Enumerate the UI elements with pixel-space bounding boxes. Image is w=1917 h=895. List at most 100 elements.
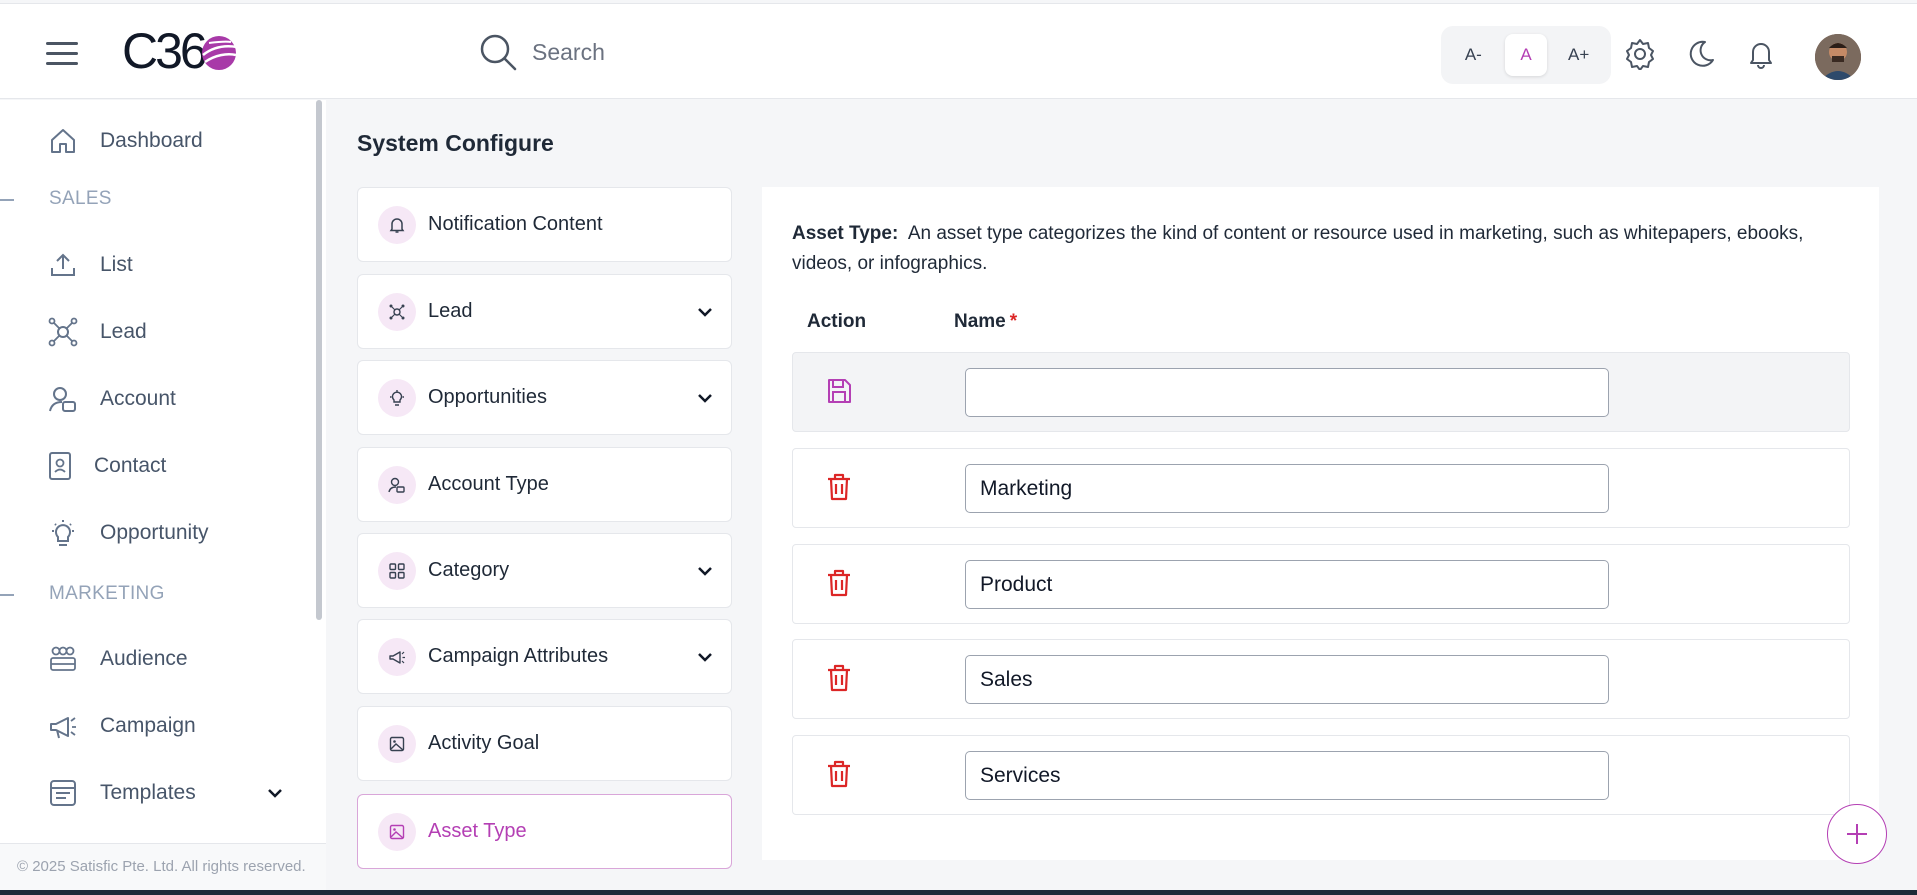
config-item-activity-goal[interactable]: Activity Goal (357, 706, 732, 781)
logo-text: C36 (122, 23, 208, 79)
megaphone-icon (378, 637, 416, 676)
sidebar-item-contact[interactable]: Contact (48, 451, 166, 481)
config-item-lead[interactable]: Lead (357, 274, 732, 349)
table-row (792, 735, 1850, 815)
asset-name-field[interactable] (965, 751, 1609, 800)
network-icon (378, 292, 416, 331)
megaphone-icon (50, 717, 76, 739)
chevron-down-icon[interactable] (695, 561, 715, 581)
asset-name-input[interactable] (965, 368, 1609, 417)
description-text: An asset type categorizes the kind of co… (792, 223, 1804, 274)
dark-mode-moon-icon[interactable] (1685, 38, 1717, 70)
search-bar[interactable]: Search (478, 32, 605, 72)
section-sales: SALES (49, 188, 112, 209)
asset-type-description: Asset Type: An asset type categorizes th… (792, 219, 1862, 279)
chevron-down-icon[interactable] (695, 302, 715, 322)
contact-card-icon (49, 452, 71, 480)
sidebar-scrollbar[interactable] (316, 100, 322, 620)
sidebar-item-opportunity[interactable]: Opportunity (48, 518, 209, 548)
column-header-action: Action (807, 311, 867, 332)
search-input[interactable]: Search (532, 39, 605, 66)
config-item-label: Account Type (428, 473, 549, 495)
section-marketing: MARKETING (49, 583, 165, 604)
config-item-campaign-attributes[interactable]: Campaign Attributes (357, 619, 732, 694)
required-mark: * (1009, 311, 1018, 332)
top-header: C36 Search A- A A+ (0, 3, 1917, 99)
user-avatar[interactable] (1815, 34, 1861, 80)
asset-name-field[interactable] (965, 464, 1609, 513)
image-icon (378, 724, 416, 763)
search-icon (480, 34, 517, 71)
grid-icon (378, 551, 416, 590)
font-increase-button[interactable]: A+ (1558, 34, 1600, 76)
chevron-down-icon[interactable] (695, 388, 715, 408)
config-item-label: Category (428, 559, 510, 581)
font-decrease-button[interactable]: A- (1452, 34, 1494, 76)
sidebar-item-dashboard[interactable]: Dashboard (48, 126, 203, 156)
config-item-asset-type[interactable]: Asset Type (357, 794, 732, 869)
group-icon (50, 646, 76, 671)
asset-name-field[interactable] (965, 655, 1609, 704)
config-item-account-type[interactable]: Account Type (357, 447, 732, 522)
sidebar-item-account[interactable]: Account (48, 384, 176, 414)
trash-icon[interactable] (823, 471, 855, 503)
sidebar-item-label: Campaign (100, 714, 196, 737)
column-header-name: Name * (954, 311, 1017, 333)
bell-icon (378, 205, 416, 244)
hamburger-menu-icon[interactable] (46, 42, 78, 65)
config-item-opportunities[interactable]: Opportunities (357, 360, 732, 435)
trash-icon[interactable] (823, 662, 855, 694)
app-logo[interactable]: C36 (122, 26, 239, 76)
asset-type-panel: Asset Type: An asset type categorizes th… (762, 187, 1879, 860)
avatar-image (1815, 34, 1861, 80)
table-row (792, 448, 1850, 528)
column-header-name-label: Name (954, 311, 1006, 332)
sidebar-item-campaign[interactable]: Campaign (48, 711, 196, 741)
config-item-category[interactable]: Category (357, 533, 732, 608)
table-row (792, 544, 1850, 624)
add-row-button[interactable] (1827, 804, 1887, 864)
section-divider (0, 594, 14, 596)
sidebar-item-lead[interactable]: Lead (48, 317, 147, 347)
config-item-label: Opportunities (428, 386, 547, 408)
bottom-strip (0, 890, 1917, 895)
table-row-new (792, 352, 1850, 432)
gear-icon[interactable] (1624, 38, 1656, 70)
font-size-controls: A- A A+ (1441, 26, 1611, 84)
save-icon[interactable] (823, 375, 855, 407)
trash-icon[interactable] (823, 567, 855, 599)
copyright-text: © 2025 Satisfic Pte. Ltd. All rights res… (0, 843, 326, 895)
section-divider (0, 199, 14, 201)
sidebar-item-label: Dashboard (100, 129, 203, 152)
config-item-label: Activity Goal (428, 732, 540, 754)
config-item-label: Notification Content (428, 213, 603, 235)
user-card-icon (378, 465, 416, 504)
sidebar-item-label: Contact (94, 454, 167, 477)
logo-globe-icon (201, 36, 237, 70)
sidebar-item-label: List (100, 253, 133, 276)
sidebar: Dashboard SALES List Lead Account Contac… (0, 100, 326, 895)
sidebar-item-label: Lead (100, 320, 147, 343)
network-icon (48, 317, 78, 347)
table-row (792, 639, 1850, 719)
page-title: System Configure (357, 130, 554, 156)
lightbulb-icon (52, 520, 74, 546)
description-title: Asset Type: (792, 223, 899, 244)
font-default-button[interactable]: A (1504, 34, 1547, 76)
config-item-label: Campaign Attributes (428, 645, 609, 667)
bell-icon[interactable] (1745, 38, 1777, 70)
sidebar-item-list[interactable]: List (48, 250, 133, 280)
chevron-down-icon[interactable] (266, 784, 284, 802)
config-item-notification-content[interactable]: Notification Content (357, 187, 732, 262)
sidebar-item-label: Account (100, 387, 176, 410)
chevron-down-icon[interactable] (695, 647, 715, 667)
trash-icon[interactable] (823, 758, 855, 790)
upload-icon (51, 253, 75, 276)
sidebar-item-templates[interactable]: Templates (48, 778, 284, 808)
config-item-label: Lead (428, 300, 473, 322)
lightbulb-icon (378, 378, 416, 417)
asset-name-field[interactable] (965, 560, 1609, 609)
image-icon (378, 812, 416, 851)
home-icon (51, 129, 75, 153)
sidebar-item-audience[interactable]: Audience (48, 644, 188, 674)
